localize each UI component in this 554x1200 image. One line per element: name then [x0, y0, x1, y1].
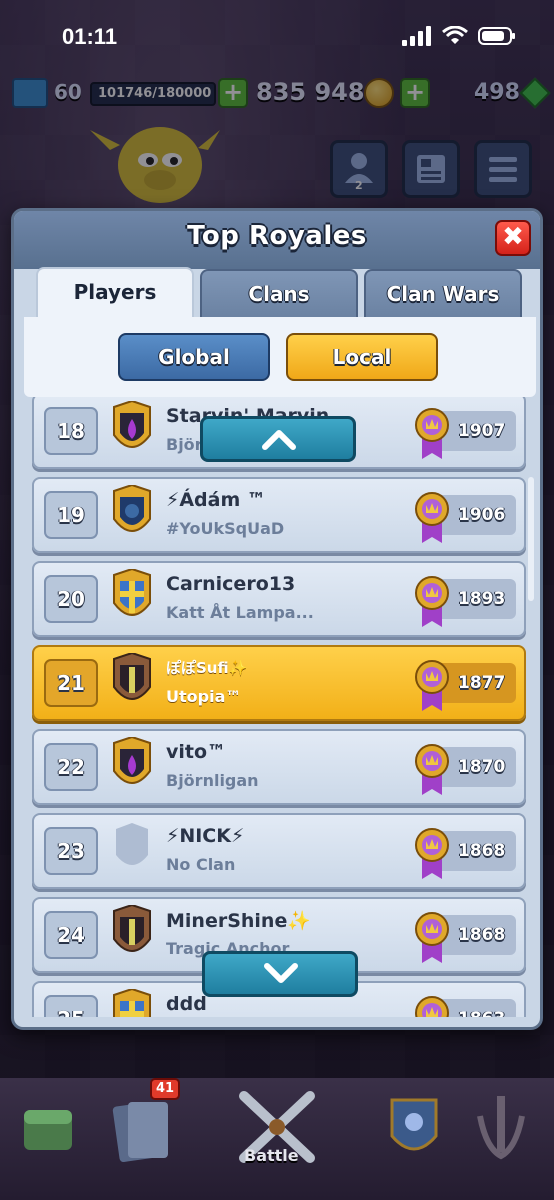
gold-blue-crest-icon	[113, 485, 151, 532]
local-button[interactable]: Local	[286, 333, 438, 381]
gold-cross-shield-icon	[113, 989, 151, 1017]
events-laurel-icon[interactable]	[466, 1086, 536, 1174]
player-clan: Utopia™	[166, 687, 242, 706]
player-name: ぽぽSufi✨	[166, 659, 248, 677]
global-button[interactable]: Global	[118, 333, 270, 381]
top-royales-modal: Top Royales ✖ Players Clans Clan Wars Gl…	[11, 208, 543, 1030]
bottom-nav	[0, 1078, 554, 1200]
trophy-medal-icon	[415, 660, 449, 711]
signal-icon	[402, 26, 431, 46]
bronze-bamboo-icon	[113, 905, 151, 952]
leaderboard-row[interactable]: 21 ぽぽSufi✨ Utopia™ 1877	[32, 645, 526, 721]
player-name: ddd	[166, 993, 207, 1015]
tab-bar: Players Clans Clan Wars	[34, 267, 524, 319]
clan-icon[interactable]	[382, 1086, 446, 1174]
player-name: ⚡NICK⚡	[166, 825, 245, 847]
player-clan: Katt Åt Lampa...	[166, 603, 314, 622]
trophy-count: 1907	[458, 421, 506, 441]
gold-cross-shield-icon	[113, 569, 151, 616]
tab-clan-wars[interactable]: Clan Wars	[364, 269, 522, 317]
leaderboard-row[interactable]: 23 ⚡NICK⚡ No Clan 1868	[32, 813, 526, 889]
rank-number: 25	[44, 995, 98, 1017]
player-clan: #YoUkSqUaD	[166, 519, 285, 538]
bronze-bamboo-icon	[113, 653, 151, 700]
rank-number: 21	[44, 659, 98, 707]
trophy-medal-icon	[415, 744, 449, 795]
status-bar: 01:11	[0, 0, 554, 72]
trophy-medal-icon	[415, 996, 449, 1017]
player-clan: No Clan	[166, 855, 236, 874]
wifi-icon	[442, 26, 468, 44]
cards-notification-badge: 41	[150, 1078, 180, 1100]
filter-panel: Global Local	[24, 317, 536, 397]
gold-purple-drop-icon	[113, 737, 151, 784]
modal-title: Top Royales	[187, 221, 367, 251]
empty-shield-icon	[116, 823, 148, 865]
player-name: MinerShine✨	[166, 910, 311, 932]
trophy-count: 1868	[458, 925, 506, 945]
player-clan: Björnligan	[166, 771, 259, 790]
shop-chest-icon[interactable]	[16, 1086, 80, 1174]
leaderboard-row[interactable]: 19 ⚡Ádám ™ #YoUkSqUaD 1906	[32, 477, 526, 553]
battle-label: Battle	[244, 1146, 299, 1165]
chevron-down-icon	[264, 963, 298, 983]
trophy-count: 1906	[458, 505, 506, 525]
trophy-medal-icon	[415, 492, 449, 543]
chevron-up-icon	[262, 430, 296, 450]
rank-number: 19	[44, 491, 98, 539]
rank-number: 20	[44, 575, 98, 623]
trophy-count: 1863	[458, 999, 514, 1017]
trophy-count: 1868	[458, 841, 506, 861]
trophy-medal-icon	[415, 576, 449, 627]
tab-clans[interactable]: Clans	[200, 269, 358, 317]
close-button[interactable]: ✖	[495, 220, 531, 256]
leaderboard-row[interactable]: 20 Carnicero13 Katt Åt Lampa... 1893	[32, 561, 526, 637]
rank-number: 23	[44, 827, 98, 875]
status-time: 01:11	[62, 24, 118, 49]
trophy-medal-icon	[415, 408, 449, 459]
battery-icon	[478, 27, 515, 45]
scroll-up-button[interactable]	[200, 416, 356, 462]
scroll-down-button[interactable]	[202, 951, 358, 997]
player-name: Carnicero13	[166, 573, 296, 595]
scrollbar[interactable]	[528, 477, 534, 601]
leaderboard-row[interactable]: 22 vito™ Björnligan 1870	[32, 729, 526, 805]
rank-number: 24	[44, 911, 98, 959]
tab-players[interactable]: Players	[36, 267, 194, 319]
trophy-medal-icon	[415, 828, 449, 879]
trophy-count: 1870	[458, 757, 506, 777]
modal-header: Top Royales ✖	[14, 211, 540, 269]
trophy-count: 1877	[458, 673, 506, 693]
rank-number: 22	[44, 743, 98, 791]
trophy-count: 1893	[458, 589, 506, 609]
gold-purple-drop-icon	[113, 401, 151, 448]
player-name: vito™	[166, 741, 227, 763]
player-name: ⚡Ádám ™	[166, 489, 266, 511]
trophy-medal-icon	[415, 912, 449, 963]
rank-number: 18	[44, 407, 98, 455]
leaderboard-list[interactable]: 18Starvin' MarvinBjörnligan190719⚡Ádám ™…	[14, 397, 540, 1017]
